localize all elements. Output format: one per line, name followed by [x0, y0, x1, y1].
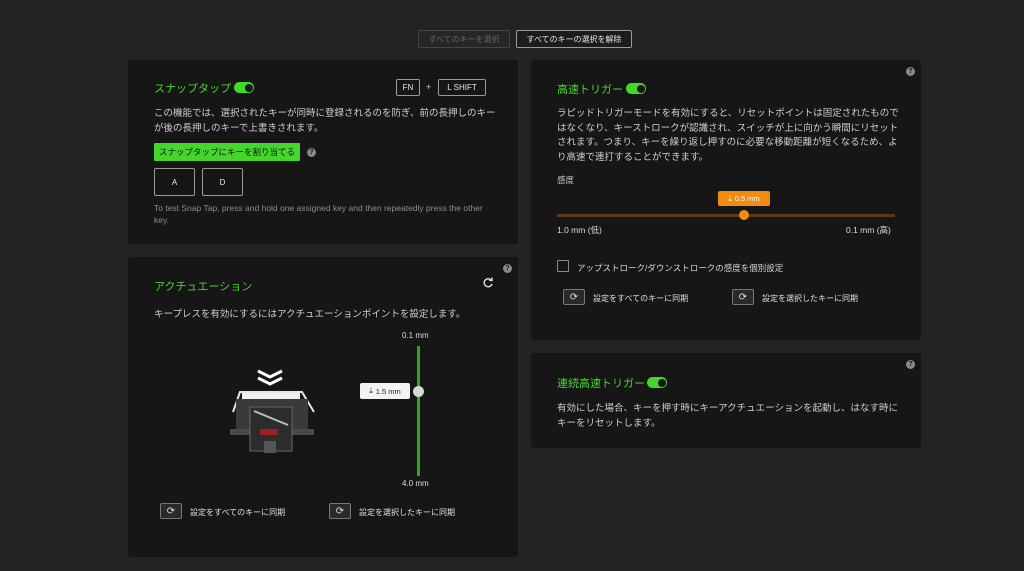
- snap-key-d[interactable]: D: [202, 168, 243, 196]
- sync-selected-keys-label: 設定を選択したキーに同期: [359, 508, 455, 517]
- sync-selected-keys-label: 設定を選択したキーに同期: [762, 294, 858, 303]
- key-lshift: L SHIFT: [438, 79, 486, 96]
- actuation-description: キープレスを有効にするにはアクチュエーションポイントを設定します。: [154, 309, 466, 320]
- sensitivity-slider-track[interactable]: [557, 214, 895, 217]
- continuous-rapid-trigger-panel: ? 連続高速トリガー 有効にした場合、キーを押す時にキーアクチュエーションを起動…: [531, 353, 921, 448]
- sync-all-keys-label: 設定をすべてのキーに同期: [190, 508, 286, 517]
- sensitivity-slider-thumb[interactable]: [739, 210, 749, 220]
- actuation-value-label: 1.5 mm: [375, 386, 401, 396]
- select-all-keys-button[interactable]: すべてのキーを選択: [418, 30, 510, 48]
- separate-sensitivity-label: アップストローク/ダウンストロークの感度を個別設定: [577, 263, 784, 273]
- arrow-down-icon: ⤓: [369, 386, 373, 395]
- reset-icon[interactable]: [482, 277, 494, 289]
- help-icon[interactable]: ?: [503, 264, 512, 273]
- snap-tap-title: スナップタップ: [154, 83, 231, 95]
- rapid-trigger-title: 高速トリガー: [557, 84, 623, 96]
- sync-icon: ⟳: [166, 505, 176, 517]
- actuation-panel: ? アクチュエーション キープレスを有効にするにはアクチュエーションポイントを設…: [128, 257, 518, 557]
- continuous-rapid-trigger-title: 連続高速トリガー: [557, 378, 645, 390]
- sync-icon: ⟳: [335, 505, 345, 517]
- continuous-rapid-trigger-description: 有効にした場合、キーを押す時にキーアクチュエーションを起動し、はなす時にキーをリ…: [557, 403, 898, 429]
- deselect-all-keys-button[interactable]: すべてのキーの選択を解除: [516, 30, 632, 48]
- actuation-top-label: 0.1 mm: [402, 331, 429, 340]
- snap-tap-toggle[interactable]: [234, 82, 254, 93]
- key-fn: FN: [396, 79, 420, 96]
- rapid-trigger-description: ラピッドトリガーモードを有効にすると、リセットポイントは固定されたものではなくな…: [557, 108, 899, 163]
- sensitivity-value-label: 0.5 mm: [734, 194, 760, 203]
- sync-all-keys-button[interactable]: ⟳: [563, 289, 585, 305]
- sensitivity-min-label: 1.0 mm (低): [557, 225, 602, 235]
- actuation-slider-track[interactable]: [417, 346, 420, 476]
- plus-sign: +: [426, 82, 432, 92]
- sync-all-keys-label: 設定をすべてのキーに同期: [593, 294, 689, 303]
- continuous-rapid-trigger-toggle[interactable]: [647, 377, 667, 388]
- arrow-down-icon: ⤓: [728, 193, 732, 203]
- sensitivity-value-tooltip: ⤓ 0.5 mm: [718, 191, 770, 206]
- actuation-slider-thumb[interactable]: [413, 386, 424, 397]
- sensitivity-label: 感度: [557, 175, 575, 185]
- sync-icon: ⟳: [569, 291, 579, 303]
- sync-selected-keys-button[interactable]: ⟳: [329, 503, 351, 519]
- snap-tap-description: この機能では、選択されたキーが同時に登録されるのを防ぎ、前の長押しのキーが後の長…: [154, 108, 496, 134]
- rapid-trigger-panel: ? 高速トリガー ラピッドトリガーモードを有効にすると、リセットポイントは固定さ…: [531, 60, 921, 340]
- sync-icon: ⟳: [738, 291, 748, 303]
- actuation-title: アクチュエーション: [154, 281, 253, 293]
- snap-tap-hint: To test Snap Tap, press and hold one ass…: [154, 203, 483, 225]
- help-icon[interactable]: ?: [906, 360, 915, 369]
- key-switch-illustration: [230, 369, 315, 453]
- sensitivity-max-label: 0.1 mm (高): [846, 225, 891, 235]
- rapid-trigger-toggle[interactable]: [626, 83, 646, 94]
- snap-tap-panel: スナップタップ FN + L SHIFT この機能では、選択されたキーが同時に登…: [128, 60, 518, 244]
- actuation-value-tooltip: ⤓ 1.5 mm: [360, 383, 410, 399]
- sync-all-keys-button[interactable]: ⟳: [160, 503, 182, 519]
- help-icon[interactable]: ?: [906, 67, 915, 76]
- actuation-bottom-label: 4.0 mm: [402, 479, 429, 488]
- assign-snap-tap-button[interactable]: スナップタップにキーを割り当てる: [154, 143, 300, 161]
- help-icon[interactable]: ?: [307, 148, 316, 157]
- snap-key-a[interactable]: A: [154, 168, 195, 196]
- separate-sensitivity-checkbox[interactable]: [557, 260, 569, 272]
- sync-selected-keys-button[interactable]: ⟳: [732, 289, 754, 305]
